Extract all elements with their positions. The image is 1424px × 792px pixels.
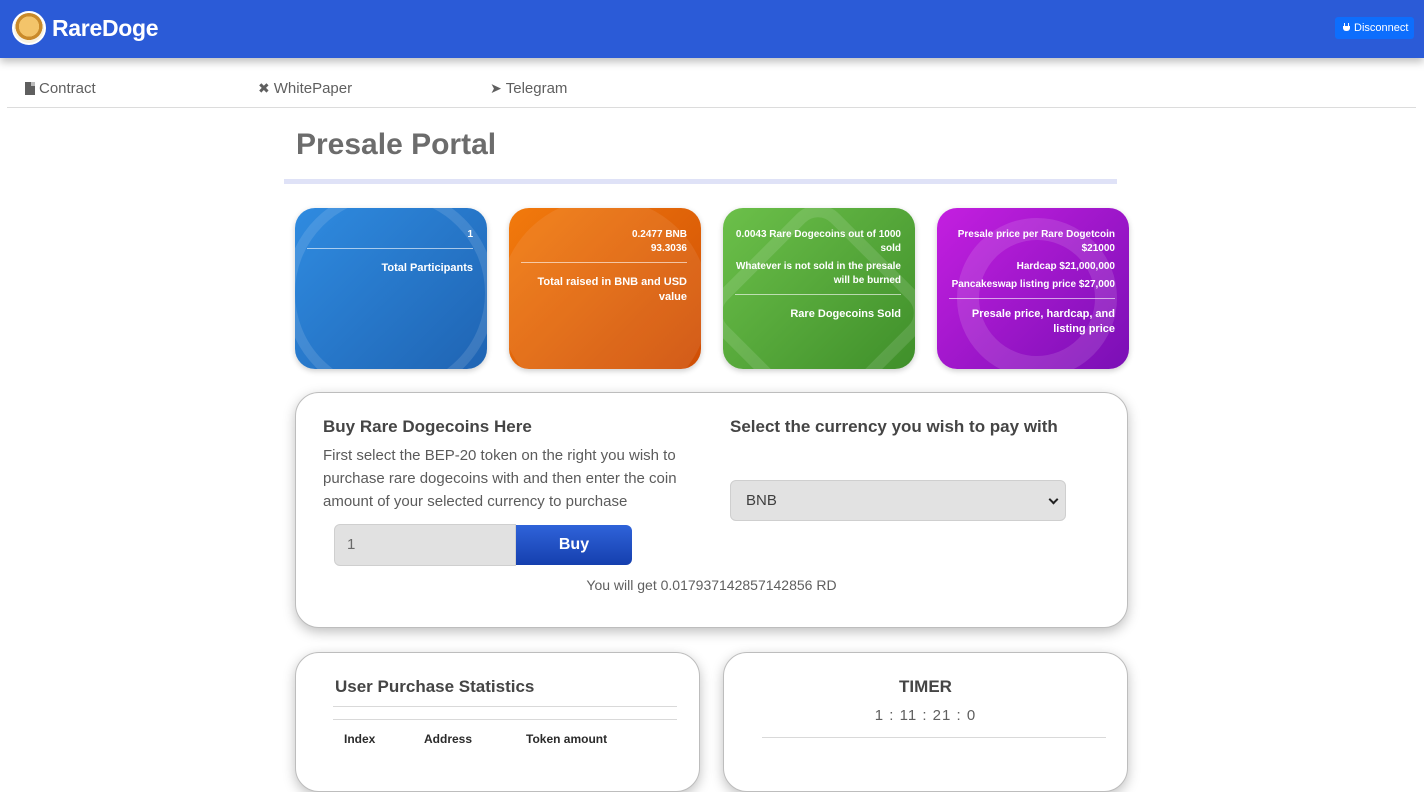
buy-description: First select the BEP-20 token on the rig… [323,447,677,510]
chevron-down-icon [1048,494,1059,505]
sold-note: Whatever is not sold in the presale will… [735,261,901,286]
buy-panel: Buy Rare Dogecoins Here First select the… [295,392,1128,628]
top-navbar: RareDoge Disconnect [0,0,1424,58]
listing-price: Pancakeswap listing price $27,000 [951,279,1115,290]
timer-panel: TIMER 1 : 11 : 21 : 0 [723,652,1128,792]
disconnect-label: Disconnect [1354,22,1409,34]
hardcap: Hardcap $21,000,000 [1016,261,1115,272]
card-raised: 0.2477 BNB 93.3036 Total raised in BNB a… [509,208,701,369]
presale-price: Presale price per Rare Dogetcoin $21000 [957,229,1115,254]
nav-whitepaper-label: WhitePaper [273,80,353,97]
sold-amount: 0.0043 Rare Dogecoins out of 1000 sold [735,229,901,254]
raised-bnb: 0.2477 BNB [631,229,687,240]
nav-contract[interactable]: Contract [25,80,96,97]
timer-title: TIMER [899,677,952,696]
stats-title: User Purchase Statistics [335,677,535,696]
nav-whitepaper[interactable]: ✖ WhitePaper [258,80,352,97]
nav-contract-label: Contract [39,80,96,97]
doge-logo-icon [12,11,46,45]
disconnect-button[interactable]: Disconnect [1335,17,1415,39]
plug-icon [1343,23,1350,33]
pricing-label: Presale price, hardcap, and listing pric… [971,308,1115,335]
file-icon [25,82,35,95]
title-divider [284,179,1117,184]
card-pricing: Presale price per Rare Dogetcoin $21000 … [937,208,1129,369]
user-stats-panel: User Purchase Statistics Index Address T… [295,652,700,792]
participants-value: 1 [467,229,473,240]
column-token-amount: Token amount [526,732,608,746]
raised-label: Total raised in BNB and USD value [537,276,687,303]
currency-selected: BNB [746,492,777,509]
card-participants: 1 Total Participants [295,208,487,369]
buy-title: Buy Rare Dogecoins Here [323,417,532,436]
column-address: Address [424,732,473,746]
participants-label: Total Participants [381,262,473,274]
purchase-estimate: You will get 0.017937142857142856 RD [586,577,837,593]
raised-usd: 93.3036 [650,243,687,254]
nav-telegram[interactable]: ➤ Telegram [490,80,567,97]
amount-input[interactable]: 1 [334,524,516,566]
currency-select[interactable]: BNB [730,480,1066,521]
brand[interactable]: RareDoge [12,11,159,45]
tools-icon: ✖ [258,80,270,96]
brand-name: RareDoge [52,14,159,41]
column-index: Index [344,732,376,746]
sold-label: Rare Dogecoins Sold [790,308,901,320]
nav-telegram-label: Telegram [505,80,568,97]
paper-plane-icon: ➤ [490,80,502,96]
secondary-nav: Contract ✖ WhitePaper ➤ Telegram [7,72,1416,108]
page-title: Presale Portal [296,128,497,161]
card-sold: 0.0043 Rare Dogecoins out of 1000 sold W… [723,208,915,369]
currency-title: Select the currency you wish to pay with [730,417,1058,436]
timer-value: 1 : 11 : 21 : 0 [874,707,977,724]
buy-button[interactable]: Buy [516,525,632,565]
